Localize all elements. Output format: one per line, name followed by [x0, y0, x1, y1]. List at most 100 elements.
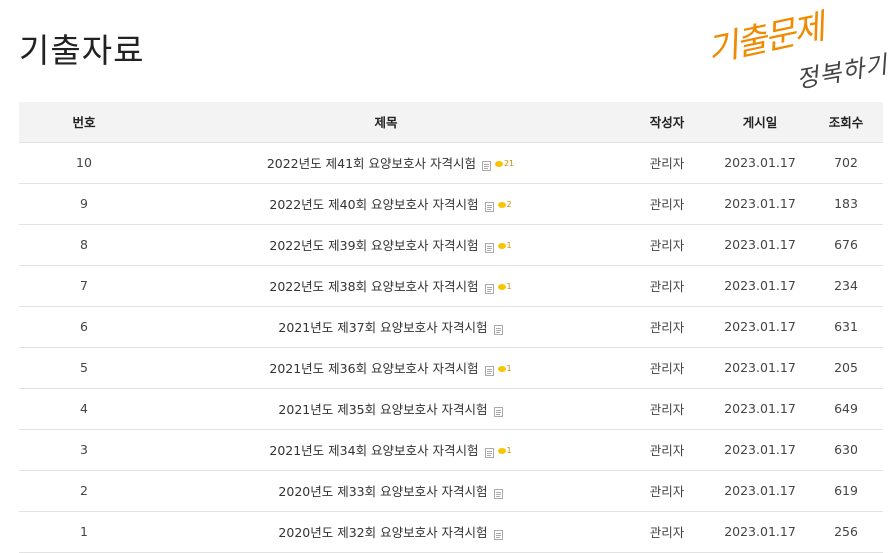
comment-icon	[497, 201, 506, 208]
row-views: 183	[809, 183, 883, 225]
row-views: 619	[809, 470, 883, 512]
row-title-cell: 2021년도 제35회 요양보호사 자격시험	[149, 388, 623, 430]
header-date[interactable]: 게시일	[711, 102, 809, 143]
row-views: 205	[809, 347, 883, 389]
row-title-cell: 2021년도 제37회 요양보호사 자격시험	[149, 306, 623, 348]
row-author: 관리자	[623, 265, 711, 307]
post-title-link[interactable]: 2022년도 제40회 요양보호사 자격시험	[269, 197, 478, 212]
logo: 기출문제 정복하기	[704, 6, 891, 98]
row-title-cell: 2020년도 제33회 요양보호사 자격시험	[149, 470, 623, 512]
row-date: 2023.01.17	[711, 470, 809, 512]
row-date: 2023.01.17	[711, 142, 809, 184]
row-views: 631	[809, 306, 883, 348]
comment-icon	[497, 283, 506, 290]
row-date: 2023.01.17	[711, 224, 809, 266]
post-title-link[interactable]: 2022년도 제39회 요양보호사 자격시험	[269, 238, 478, 253]
logo-line1: 기출문제	[704, 6, 832, 71]
comment-count-value: 1	[506, 241, 512, 250]
attachment-icon	[493, 405, 503, 417]
table-header-row: 번호 제목 작성자 게시일 조회수	[19, 102, 883, 143]
table-row[interactable]: 9 2022년도 제40회 요양보호사 자격시험 2 관리자 2023.01.17 183	[19, 183, 883, 225]
table-row[interactable]: 8 2022년도 제39회 요양보호사 자격시험 1 관리자 2023.01.17 676	[19, 224, 883, 266]
table-row[interactable]: 4 2021년도 제35회 요양보호사 자격시험 관리자 2023.01.17 649	[19, 388, 883, 430]
table-row[interactable]: 5 2021년도 제36회 요양보호사 자격시험 1 관리자 2023.01.17 205	[19, 347, 883, 389]
table-row[interactable]: 2 2020년도 제33회 요양보호사 자격시험 관리자 2023.01.17 619	[19, 470, 883, 512]
attachment-icon	[493, 487, 503, 499]
row-date: 2023.01.17	[711, 347, 809, 389]
comment-count-value: 1	[506, 282, 512, 291]
row-author: 관리자	[623, 347, 711, 389]
post-title-link[interactable]: 2020년도 제33회 요양보호사 자격시험	[278, 484, 487, 499]
row-number: 7	[19, 265, 149, 307]
row-views: 630	[809, 429, 883, 471]
row-title-cell: 2022년도 제40회 요양보호사 자격시험 2	[149, 183, 623, 225]
comment-icon	[497, 447, 506, 454]
header-views[interactable]: 조회수	[809, 102, 883, 143]
post-title-link[interactable]: 2021년도 제36회 요양보호사 자격시험	[269, 361, 478, 376]
attachment-icon	[484, 282, 494, 294]
header-no[interactable]: 번호	[19, 102, 149, 143]
attachment-icon	[493, 528, 503, 540]
post-title-link[interactable]: 2021년도 제35회 요양보호사 자격시험	[278, 402, 487, 417]
header-author[interactable]: 작성자	[623, 102, 711, 143]
table-row[interactable]: 3 2021년도 제34회 요양보호사 자격시험 1 관리자 2023.01.17 630	[19, 429, 883, 471]
comment-count: 1	[497, 364, 512, 373]
table-row[interactable]: 10 2022년도 제41회 요양보호사 자격시험 21 관리자 2023.01.17 7…	[19, 142, 883, 184]
comment-count: 1	[497, 282, 512, 291]
table-row[interactable]: 1 2020년도 제32회 요양보호사 자격시험 관리자 2023.01.17 256	[19, 511, 883, 553]
row-views: 702	[809, 142, 883, 184]
row-number: 3	[19, 429, 149, 471]
row-title-cell: 2021년도 제36회 요양보호사 자격시험 1	[149, 347, 623, 389]
post-title-link[interactable]: 2022년도 제41회 요양보호사 자격시험	[267, 156, 476, 171]
post-table: 번호 제목 작성자 게시일 조회수 10 2022년도 제41회 요양보호사 자격…	[19, 102, 883, 553]
attachment-icon	[484, 200, 494, 212]
attachment-icon	[481, 159, 491, 171]
row-views: 649	[809, 388, 883, 430]
row-author: 관리자	[623, 429, 711, 471]
row-author: 관리자	[623, 183, 711, 225]
row-author: 관리자	[623, 470, 711, 512]
row-number: 2	[19, 470, 149, 512]
post-title-link[interactable]: 2021년도 제37회 요양보호사 자격시험	[278, 320, 487, 335]
row-author: 관리자	[623, 306, 711, 348]
row-number: 6	[19, 306, 149, 348]
row-author: 관리자	[623, 224, 711, 266]
comment-count-value: 1	[506, 364, 512, 373]
row-date: 2023.01.17	[711, 388, 809, 430]
row-number: 8	[19, 224, 149, 266]
attachment-icon	[484, 446, 494, 458]
row-author: 관리자	[623, 142, 711, 184]
attachment-icon	[484, 364, 494, 376]
row-views: 256	[809, 511, 883, 553]
row-date: 2023.01.17	[711, 265, 809, 307]
table-row[interactable]: 7 2022년도 제38회 요양보호사 자격시험 1 관리자 2023.01.17 234	[19, 265, 883, 307]
comment-count-value: 2	[506, 200, 512, 209]
row-views: 676	[809, 224, 883, 266]
row-number: 4	[19, 388, 149, 430]
post-title-link[interactable]: 2021년도 제34회 요양보호사 자격시험	[269, 443, 478, 458]
comment-count-value: 1	[506, 446, 512, 455]
comment-icon	[497, 242, 506, 249]
row-number: 5	[19, 347, 149, 389]
comment-icon	[497, 365, 506, 372]
attachment-icon	[493, 323, 503, 335]
comment-count: 21	[494, 159, 515, 168]
post-title-link[interactable]: 2020년도 제32회 요양보호사 자격시험	[278, 525, 487, 540]
row-number: 10	[19, 142, 149, 184]
comment-count: 1	[497, 446, 512, 455]
post-title-link[interactable]: 2022년도 제38회 요양보호사 자격시험	[269, 279, 478, 294]
row-title-cell: 2020년도 제32회 요양보호사 자격시험	[149, 511, 623, 553]
comment-count: 1	[497, 241, 512, 250]
row-date: 2023.01.17	[711, 183, 809, 225]
comment-count: 2	[497, 200, 512, 209]
row-number: 9	[19, 183, 149, 225]
row-title-cell: 2022년도 제41회 요양보호사 자격시험 21	[149, 142, 623, 184]
row-author: 관리자	[623, 388, 711, 430]
row-date: 2023.01.17	[711, 306, 809, 348]
comment-count-value: 21	[503, 159, 515, 168]
header-title[interactable]: 제목	[149, 102, 623, 143]
row-date: 2023.01.17	[711, 429, 809, 471]
row-title-cell: 2021년도 제34회 요양보호사 자격시험 1	[149, 429, 623, 471]
table-row[interactable]: 6 2021년도 제37회 요양보호사 자격시험 관리자 2023.01.17 631	[19, 306, 883, 348]
attachment-icon	[484, 241, 494, 253]
